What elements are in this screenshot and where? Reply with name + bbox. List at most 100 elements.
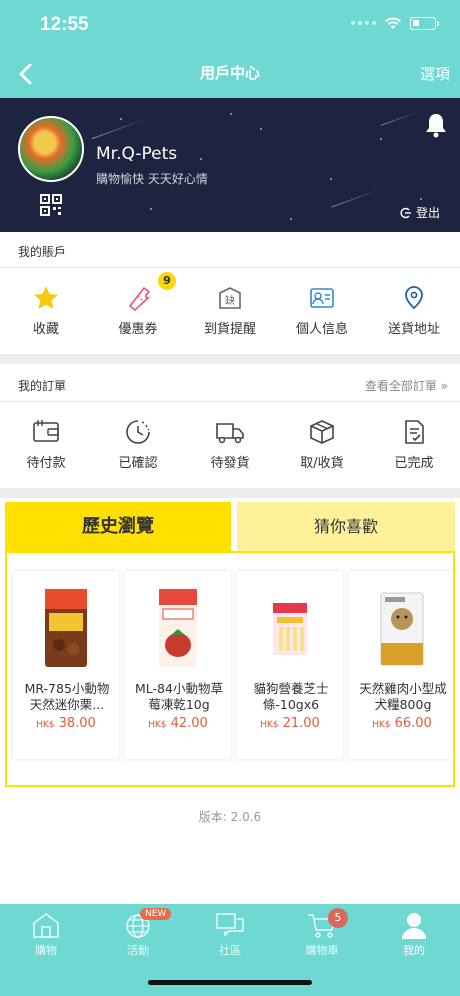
restock-icon: 缺 (219, 287, 241, 309)
product-name: ML-84小動物草莓凍乾10g (135, 681, 223, 712)
coupons-label: 優惠券 (118, 322, 158, 337)
options-button[interactable]: 選項 (420, 63, 450, 84)
user-tagline: 購物愉快 天天好心情 (96, 172, 208, 186)
nav-events-label: 活動 (127, 944, 149, 957)
coupons-button[interactable]: 9 優惠券 (92, 270, 184, 350)
coupon-icon (128, 286, 151, 312)
delivery-address-button[interactable]: 送貨地址 (368, 270, 460, 350)
document-check-icon (405, 420, 424, 444)
nav-community[interactable]: 社區 (184, 904, 276, 964)
battery-icon (410, 16, 439, 30)
pending-payment-label: 待付款 (26, 456, 66, 471)
account-shortcuts: 收藏 9 優惠券 缺 到貨提醒 個人信息 送貨地址 (0, 270, 460, 350)
order-status-shortcuts: 待付款 已確認 待發貨 取/收貨 已完成 (0, 404, 460, 484)
product-card[interactable]: MR-785小動物天然迷你栗... HK$ 38.00 (13, 571, 119, 759)
product-name: MR-785小動物天然迷你栗... (24, 681, 110, 712)
nav-cart-label: 購物車 (305, 944, 339, 957)
product-card[interactable]: 天然雞肉小型成犬糧800g HK$ 66.00 (349, 571, 453, 759)
nav-shop[interactable]: 購物 (0, 904, 92, 964)
personal-info-button[interactable]: 個人信息 (276, 270, 368, 350)
awaiting-shipment-label: 待發貨 (210, 456, 250, 471)
account-section-title: 我的賬戶 (18, 245, 67, 259)
clock-icon (126, 420, 150, 444)
pickup-receive-label: 取/收貨 (300, 456, 344, 471)
nav-shop-label: 購物 (35, 944, 57, 957)
star-icon (34, 286, 58, 309)
price-currency: HK$ (36, 720, 55, 730)
user-icon (402, 913, 426, 939)
signal-icon (351, 21, 376, 25)
page-title: 用戶中心 (199, 64, 260, 82)
nav-cart[interactable]: 5 購物車 (276, 904, 368, 964)
coupon-count-badge: 9 (158, 272, 176, 290)
price-currency: HK$ (260, 720, 279, 730)
truck-icon (216, 423, 244, 444)
orders-section-title: 我的訂單 (18, 379, 67, 393)
qr-code-icon[interactable] (40, 194, 62, 216)
location-pin-icon (405, 286, 423, 310)
top-bar: 12:55 用戶中心 選項 (0, 0, 460, 98)
pickup-receive-button[interactable]: 取/收貨 (276, 404, 368, 484)
product-price: HK$ 42.00 (125, 716, 231, 731)
product-name: 天然雞肉小型成犬糧800g (359, 681, 447, 712)
bell-icon[interactable] (424, 112, 448, 138)
confirmed-label: 已確認 (118, 456, 158, 471)
price-value: 42.00 (170, 716, 208, 731)
cart-count-badge: 5 (328, 908, 348, 928)
awaiting-shipment-button[interactable]: 待發貨 (184, 404, 276, 484)
personal-info-label: 個人信息 (295, 322, 348, 337)
id-card-icon (310, 288, 334, 308)
tab-browsing-history[interactable]: 歷史瀏覽 (5, 502, 231, 552)
delivery-address-label: 送貨地址 (387, 322, 440, 337)
avatar[interactable] (18, 116, 84, 182)
tab-recommended[interactable]: 猜你喜歡 (237, 502, 455, 552)
status-icons (351, 16, 439, 30)
section-divider (0, 354, 460, 364)
product-price: HK$ 66.00 (349, 716, 453, 731)
product-card[interactable]: 貓狗營養芝士條-10gx6 HK$ 21.00 (237, 571, 343, 759)
price-currency: HK$ (372, 720, 391, 730)
wallet-icon (33, 420, 59, 442)
price-value: 38.00 (58, 716, 96, 731)
product-price: HK$ 21.00 (237, 716, 343, 731)
price-currency: HK$ (148, 720, 167, 730)
product-card[interactable]: ML-84小動物草莓凍乾10g HK$ 42.00 (125, 571, 231, 759)
product-image (45, 589, 87, 667)
favorites-label: 收藏 (32, 322, 59, 337)
product-name: 貓狗營養芝士條-10gx6 (253, 681, 329, 712)
pending-payment-button[interactable]: 待付款 (0, 404, 92, 484)
confirmed-button[interactable]: 已確認 (92, 404, 184, 484)
section-divider (0, 488, 460, 498)
completed-button[interactable]: 已完成 (368, 404, 460, 484)
product-carousel: MR-785小動物天然迷你栗... HK$ 38.00 ML-84小動物草莓凍乾1… (5, 551, 455, 787)
package-icon (310, 420, 334, 444)
product-image (380, 592, 424, 666)
username: Mr.Q-Pets (96, 144, 178, 164)
nav-events[interactable]: NEW 活動 (92, 904, 184, 964)
completed-label: 已完成 (394, 456, 434, 471)
view-all-orders-link[interactable]: 查看全部訂單 » (365, 377, 448, 394)
status-time: 12:55 (40, 14, 89, 35)
product-image (159, 589, 197, 667)
wifi-icon (385, 17, 401, 29)
nav-my-account[interactable]: 我的 (368, 904, 460, 964)
orders-section-header: 我的訂單 查看全部訂單 » (0, 366, 460, 402)
app-version: 版本: 2.0.6 (198, 810, 262, 824)
account-section-header: 我的賬戶 (0, 232, 460, 268)
product-image (273, 603, 307, 655)
chat-icon (216, 913, 244, 937)
svg-text:缺: 缺 (225, 294, 235, 307)
shop-icon (33, 913, 59, 938)
home-indicator (148, 980, 312, 985)
new-badge: NEW (140, 908, 172, 920)
product-price: HK$ 38.00 (13, 716, 119, 731)
profile-banner: Mr.Q-Pets 購物愉快 天天好心情 登出 (0, 98, 460, 232)
favorites-button[interactable]: 收藏 (0, 270, 92, 350)
nav-community-label: 社區 (219, 944, 241, 957)
logout-button[interactable]: 登出 (400, 204, 440, 221)
price-value: 21.00 (282, 716, 320, 731)
logout-icon (400, 207, 411, 218)
restock-reminder-button[interactable]: 缺 到貨提醒 (184, 270, 276, 350)
restock-reminder-label: 到貨提醒 (203, 322, 256, 337)
logout-label: 登出 (415, 206, 440, 220)
